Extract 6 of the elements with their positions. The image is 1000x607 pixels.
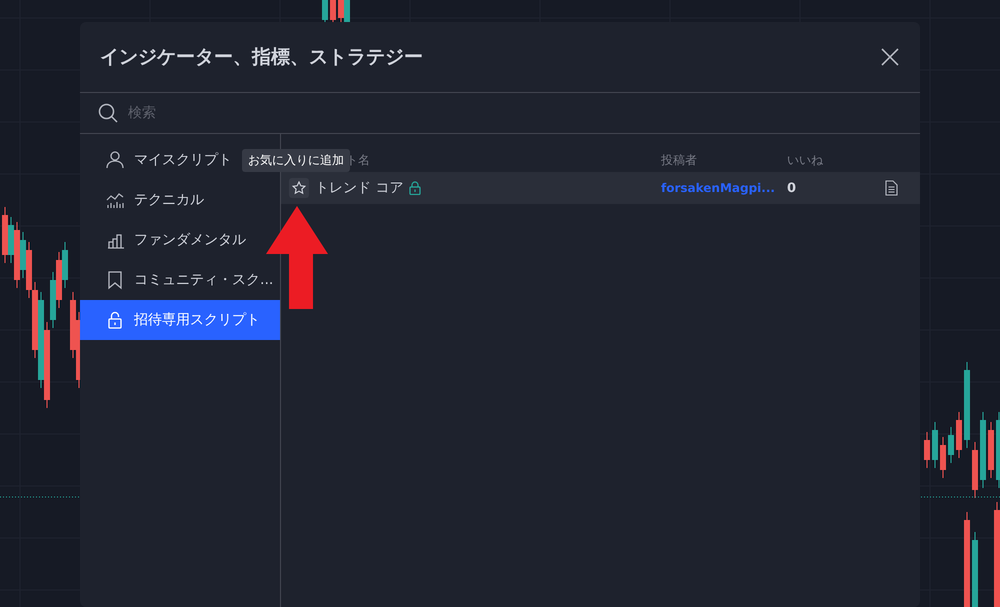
dialog-title: インジケーター、指標、ストラテジー [100, 45, 423, 70]
column-header: 投稿者 [661, 152, 697, 166]
likes-count: 0 [787, 180, 798, 196]
tooltip: お気に入りに追加 [242, 149, 350, 172]
column-header: いいね [787, 152, 823, 166]
script-name: トレンド コア [315, 179, 404, 197]
